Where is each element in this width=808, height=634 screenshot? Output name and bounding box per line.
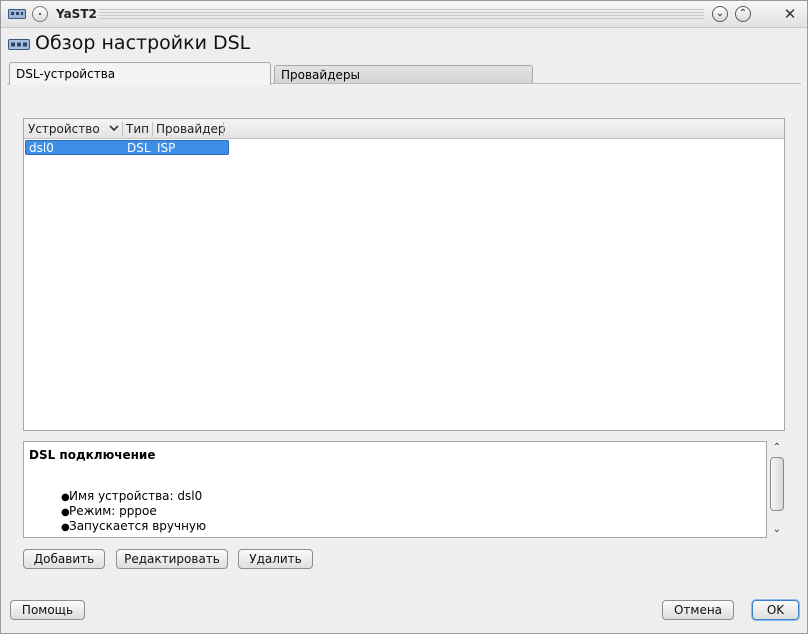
devices-table[interactable]: Устройство Тип Провайдер dsl0 DSL ISP	[23, 118, 785, 431]
chevron-up-icon: ⌃	[772, 442, 782, 453]
column-separator	[223, 122, 224, 136]
delete-button[interactable]: Удалить	[238, 549, 313, 569]
list-item: ●Запускается вручную	[61, 519, 206, 534]
column-separator	[152, 122, 153, 136]
cell-device: dsl0	[29, 141, 54, 155]
close-icon: ✕	[783, 5, 797, 23]
chevron-down-icon[interactable]	[108, 122, 120, 134]
add-button[interactable]: Добавить	[23, 549, 105, 569]
cancel-button[interactable]: Отмена	[662, 600, 734, 620]
tab-dsl-devices[interactable]: DSL-устройства	[9, 62, 271, 85]
details-list: ●Имя устройства: dsl0 ●Режим: pppoe ●Зап…	[61, 489, 206, 534]
chevron-down-icon: ⌄	[715, 8, 725, 19]
list-item: ●Имя устройства: dsl0	[61, 489, 206, 504]
window-menu-button[interactable]	[32, 6, 48, 22]
page-title: Обзор настройки DSL	[35, 32, 251, 54]
cell-provider: ISP	[157, 141, 176, 155]
title-bar-decoration	[99, 9, 704, 20]
details-item: Запускается вручную	[69, 519, 207, 533]
scroll-thumb[interactable]	[770, 457, 784, 511]
details-scrollbar[interactable]: ⌃ ⌄	[769, 441, 785, 538]
title-bar[interactable]: YaST2 ⌄ ⌃ ✕	[1, 1, 807, 28]
bullet-icon: ●	[61, 522, 70, 533]
bullet-icon: ●	[61, 492, 70, 503]
window-title: YaST2	[56, 7, 97, 21]
column-header-device[interactable]: Устройство	[28, 122, 100, 136]
dsl-modem-icon	[8, 39, 30, 50]
details-panel[interactable]: DSL подключение ●Имя устройства: dsl0 ●Р…	[23, 441, 767, 538]
cell-type: DSL	[127, 141, 151, 155]
minimize-button[interactable]: ⌄	[712, 6, 728, 22]
column-separator	[122, 122, 123, 136]
table-header: Устройство Тип Провайдер	[24, 119, 784, 139]
help-button[interactable]: Помощь	[10, 600, 85, 620]
close-button[interactable]: ✕	[781, 5, 799, 23]
network-card-icon	[8, 9, 26, 19]
chevron-down-icon: ⌄	[772, 524, 782, 535]
tab-label: DSL-устройства	[16, 67, 116, 81]
list-item: ●Режим: pppoe	[61, 504, 206, 519]
details-item: Режим: pppoe	[69, 504, 157, 518]
tab-label: Провайдеры	[281, 68, 360, 82]
table-row[interactable]: dsl0 DSL ISP	[25, 140, 229, 155]
column-header-provider[interactable]: Провайдер	[156, 122, 226, 136]
yast2-window: YaST2 ⌄ ⌃ ✕ Обзор настройки DSL DSL-устр…	[0, 0, 808, 634]
scroll-down-button[interactable]: ⌄	[771, 524, 783, 536]
ok-button[interactable]: OK	[752, 600, 799, 620]
details-title: DSL подключение	[29, 448, 156, 462]
scroll-up-button[interactable]: ⌃	[771, 442, 783, 454]
column-header-type[interactable]: Тип	[126, 122, 149, 136]
bullet-icon: ●	[61, 507, 70, 518]
tab-providers[interactable]: Провайдеры	[274, 65, 533, 84]
maximize-button[interactable]: ⌃	[735, 6, 751, 22]
chevron-up-icon: ⌃	[738, 8, 748, 19]
edit-button[interactable]: Редактировать	[116, 549, 228, 569]
details-item: Имя устройства: dsl0	[69, 489, 203, 503]
